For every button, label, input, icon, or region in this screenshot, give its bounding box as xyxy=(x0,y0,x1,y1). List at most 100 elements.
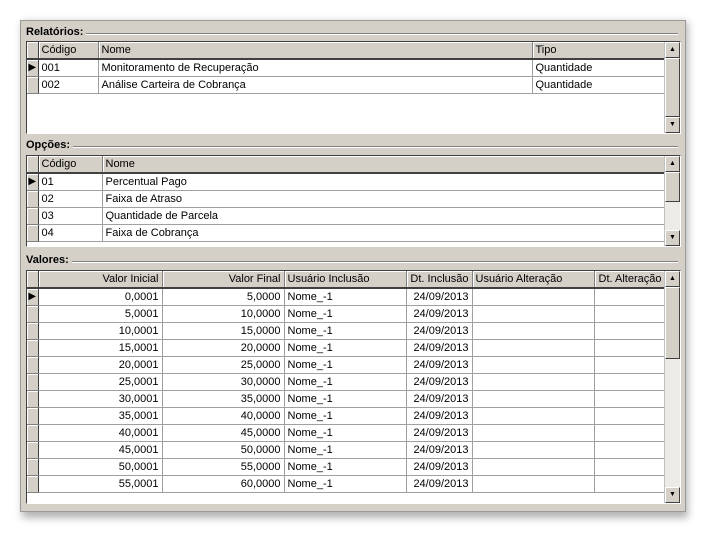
cell-nome[interactable]: Monitoramento de Recuperação xyxy=(98,59,533,77)
scroll-down-arrow-icon[interactable]: ▼ xyxy=(665,230,680,246)
table-row[interactable]: 02 Faixa de Atraso xyxy=(27,190,666,208)
cell-dt-alteracao[interactable] xyxy=(594,322,666,340)
cell-valor-inicial[interactable]: 35,0001 xyxy=(38,407,163,425)
cell-nome[interactable]: Quantidade de Parcela xyxy=(102,207,666,225)
relatorios-grid[interactable]: Código Nome Tipo ▶ 001 Monitoramento de … xyxy=(26,41,681,134)
cell-dt-alteracao[interactable] xyxy=(594,390,666,408)
cell-dt-alteracao[interactable] xyxy=(594,441,666,459)
scroll-down-arrow-icon[interactable]: ▼ xyxy=(665,487,680,503)
cell-dt-alteracao[interactable] xyxy=(594,305,666,323)
cell-valor-final[interactable]: 55,0000 xyxy=(162,458,285,476)
cell-valor-inicial[interactable]: 0,0001 xyxy=(38,288,163,306)
cell-usuario-inclusao[interactable]: Nome_-1 xyxy=(284,424,407,442)
cell-dt-alteracao[interactable] xyxy=(594,475,666,493)
cell-usuario-inclusao[interactable]: Nome_-1 xyxy=(284,373,407,391)
valores-col-dt-alteracao[interactable]: Dt. Alteração xyxy=(594,271,666,289)
cell-dt-inclusao[interactable]: 24/09/2013 xyxy=(406,407,473,425)
table-row[interactable]: 30,0001 35,0000 Nome_-1 24/09/2013 xyxy=(27,390,666,408)
cell-valor-inicial[interactable]: 10,0001 xyxy=(38,322,163,340)
row-indicator-cell[interactable] xyxy=(27,458,39,476)
cell-valor-final[interactable]: 15,0000 xyxy=(162,322,285,340)
cell-dt-inclusao[interactable]: 24/09/2013 xyxy=(406,373,473,391)
cell-valor-inicial[interactable]: 20,0001 xyxy=(38,356,163,374)
cell-usuario-inclusao[interactable]: Nome_-1 xyxy=(284,475,407,493)
cell-valor-final[interactable]: 45,0000 xyxy=(162,424,285,442)
cell-valor-final[interactable]: 35,0000 xyxy=(162,390,285,408)
row-indicator-cell[interactable] xyxy=(27,322,39,340)
cell-dt-inclusao[interactable]: 24/09/2013 xyxy=(406,458,473,476)
cell-usuario-inclusao[interactable]: Nome_-1 xyxy=(284,441,407,459)
relatorios-scrollbar[interactable]: ▲ ▼ xyxy=(664,42,680,133)
valores-col-valor-final[interactable]: Valor Final xyxy=(162,271,285,289)
table-row[interactable]: 20,0001 25,0000 Nome_-1 24/09/2013 xyxy=(27,356,666,374)
cell-nome[interactable]: Análise Carteira de Cobrança xyxy=(98,76,533,94)
cell-valor-inicial[interactable]: 30,0001 xyxy=(38,390,163,408)
valores-col-usuario-inclusao[interactable]: Usuário Inclusão xyxy=(284,271,407,289)
valores-col-valor-inicial[interactable]: Valor Inicial xyxy=(38,271,163,289)
cell-dt-alteracao[interactable] xyxy=(594,373,666,391)
cell-dt-alteracao[interactable] xyxy=(594,356,666,374)
cell-usuario-alteracao[interactable] xyxy=(472,407,595,425)
row-indicator-cell[interactable] xyxy=(27,390,39,408)
cell-dt-inclusao[interactable]: 24/09/2013 xyxy=(406,441,473,459)
cell-usuario-alteracao[interactable] xyxy=(472,458,595,476)
cell-usuario-alteracao[interactable] xyxy=(472,390,595,408)
relatorios-col-nome[interactable]: Nome xyxy=(98,42,533,60)
cell-usuario-inclusao[interactable]: Nome_-1 xyxy=(284,339,407,357)
table-row[interactable]: 5,0001 10,0000 Nome_-1 24/09/2013 xyxy=(27,305,666,323)
table-row[interactable]: ▶ 0,0001 5,0000 Nome_-1 24/09/2013 xyxy=(27,288,666,306)
cell-codigo[interactable]: 02 xyxy=(38,190,103,208)
table-row[interactable]: 03 Quantidade de Parcela xyxy=(27,207,666,225)
cell-dt-alteracao[interactable] xyxy=(594,288,666,306)
cell-dt-inclusao[interactable]: 24/09/2013 xyxy=(406,322,473,340)
cell-dt-inclusao[interactable]: 24/09/2013 xyxy=(406,390,473,408)
cell-valor-inicial[interactable]: 5,0001 xyxy=(38,305,163,323)
cell-usuario-alteracao[interactable] xyxy=(472,305,595,323)
cell-valor-final[interactable]: 5,0000 xyxy=(162,288,285,306)
cell-nome[interactable]: Faixa de Atraso xyxy=(102,190,666,208)
table-row[interactable]: 04 Faixa de Cobrança xyxy=(27,224,666,242)
opcoes-scrollbar[interactable]: ▲ ▼ xyxy=(664,156,680,246)
table-row[interactable]: 50,0001 55,0000 Nome_-1 24/09/2013 xyxy=(27,458,666,476)
row-indicator-cell[interactable] xyxy=(27,475,39,493)
scroll-up-arrow-icon[interactable]: ▲ xyxy=(665,271,680,287)
cell-usuario-inclusao[interactable]: Nome_-1 xyxy=(284,322,407,340)
valores-grid[interactable]: Valor Inicial Valor Final Usuário Inclus… xyxy=(26,270,681,504)
table-row[interactable]: 25,0001 30,0000 Nome_-1 24/09/2013 xyxy=(27,373,666,391)
cell-codigo[interactable]: 01 xyxy=(38,173,103,191)
cell-valor-final[interactable]: 60,0000 xyxy=(162,475,285,493)
row-indicator-cell[interactable]: ▶ xyxy=(27,288,39,306)
cell-dt-inclusao[interactable]: 24/09/2013 xyxy=(406,339,473,357)
valores-col-usuario-alteracao[interactable]: Usuário Alteração xyxy=(472,271,595,289)
scroll-down-arrow-icon[interactable]: ▼ xyxy=(665,117,680,133)
cell-valor-inicial[interactable]: 15,0001 xyxy=(38,339,163,357)
cell-codigo[interactable]: 002 xyxy=(38,76,99,94)
table-row[interactable]: 10,0001 15,0000 Nome_-1 24/09/2013 xyxy=(27,322,666,340)
row-indicator-cell[interactable] xyxy=(27,441,39,459)
cell-usuario-alteracao[interactable] xyxy=(472,288,595,306)
scroll-up-arrow-icon[interactable]: ▲ xyxy=(665,42,680,58)
cell-dt-alteracao[interactable] xyxy=(594,407,666,425)
cell-dt-alteracao[interactable] xyxy=(594,458,666,476)
table-row[interactable]: 15,0001 20,0000 Nome_-1 24/09/2013 xyxy=(27,339,666,357)
table-row[interactable]: 002 Análise Carteira de Cobrança Quantid… xyxy=(27,76,666,94)
cell-usuario-inclusao[interactable]: Nome_-1 xyxy=(284,458,407,476)
table-row[interactable]: 35,0001 40,0000 Nome_-1 24/09/2013 xyxy=(27,407,666,425)
cell-valor-final[interactable]: 25,0000 xyxy=(162,356,285,374)
cell-dt-alteracao[interactable] xyxy=(594,339,666,357)
cell-usuario-alteracao[interactable] xyxy=(472,424,595,442)
row-indicator-cell[interactable] xyxy=(27,356,39,374)
cell-nome[interactable]: Percentual Pago xyxy=(102,173,666,191)
cell-tipo[interactable]: Quantidade xyxy=(532,76,666,94)
relatorios-col-tipo[interactable]: Tipo xyxy=(532,42,666,60)
cell-usuario-alteracao[interactable] xyxy=(472,322,595,340)
row-indicator-cell[interactable] xyxy=(27,424,39,442)
cell-usuario-inclusao[interactable]: Nome_-1 xyxy=(284,390,407,408)
cell-usuario-alteracao[interactable] xyxy=(472,356,595,374)
table-row[interactable]: 45,0001 50,0000 Nome_-1 24/09/2013 xyxy=(27,441,666,459)
cell-usuario-alteracao[interactable] xyxy=(472,441,595,459)
opcoes-col-nome[interactable]: Nome xyxy=(102,156,666,174)
cell-usuario-alteracao[interactable] xyxy=(472,373,595,391)
cell-valor-final[interactable]: 10,0000 xyxy=(162,305,285,323)
cell-dt-inclusao[interactable]: 24/09/2013 xyxy=(406,288,473,306)
